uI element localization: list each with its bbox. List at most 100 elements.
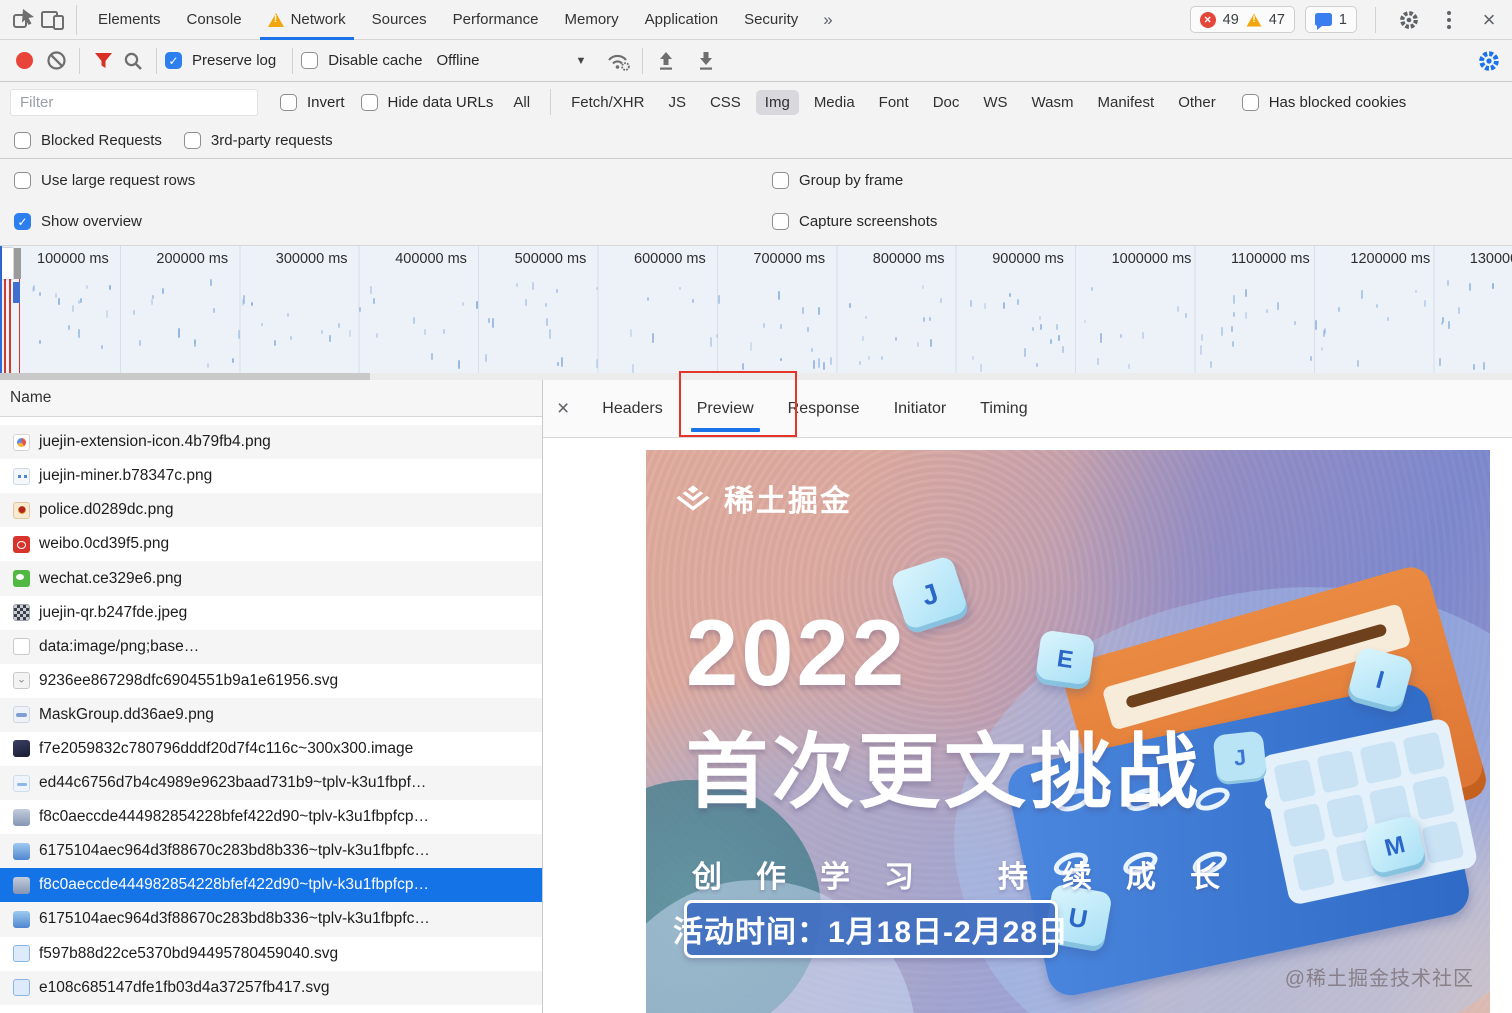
filter-type-media[interactable]: Media [805, 90, 864, 115]
tab-performance[interactable]: Performance [440, 0, 552, 40]
img-svg-badge-thumbnail [13, 945, 30, 963]
close-detail-button[interactable]: × [557, 398, 569, 419]
request-tick [848, 302, 851, 309]
table-row[interactable]: juejin-qr.b247fde.jpeg [0, 596, 542, 630]
network-overview-timeline[interactable]: 100000 ms 200000 ms 300000 ms 400000 ms 5000… [0, 245, 1512, 373]
filter-type-all[interactable]: All [504, 90, 539, 115]
filter-type-css[interactable]: CSS [701, 90, 750, 115]
overview-drag-handle-left[interactable] [2, 248, 13, 279]
filter-toggle-button[interactable] [88, 46, 118, 76]
hide-data-urls-checkbox[interactable] [360, 93, 378, 111]
request-tick [1446, 280, 1449, 286]
table-row[interactable]: 6175104aec964d3f88670c283bd8b336~tplv-k3… [0, 902, 542, 937]
table-row[interactable]: police.d0289dc.png [0, 493, 542, 528]
detail-tab-response[interactable]: Response [771, 380, 877, 438]
record-network-log-button[interactable] [16, 52, 33, 69]
table-row[interactable]: juejin-extension-icon.4b79fb4.png [0, 425, 542, 460]
img-svg-chevron-thumbnail [13, 672, 30, 690]
overview-drag-handle-right[interactable] [14, 248, 21, 279]
tab-network[interactable]: Network [255, 0, 359, 40]
invert-label: Invert [307, 93, 345, 111]
inspect-element-button[interactable] [8, 5, 38, 35]
network-filter-bar: Invert Hide data URLs All Fetch/XHRJSCSSI… [0, 82, 1512, 122]
show-overview-checkbox[interactable] [14, 213, 31, 230]
tab-sources[interactable]: Sources [359, 0, 440, 40]
invert-checkbox[interactable] [280, 93, 297, 111]
detail-tab-preview[interactable]: Preview [680, 380, 771, 438]
filter-type-ws[interactable]: WS [974, 90, 1016, 115]
tab-console[interactable]: Console [174, 0, 255, 40]
table-row[interactable]: f597b88d22ce5370bd94495780459040.svg [0, 937, 542, 971]
request-tick [812, 359, 815, 369]
filter-type-img[interactable]: Img [755, 89, 799, 115]
group-by-frame-checkbox[interactable] [772, 172, 789, 189]
request-tick [817, 307, 820, 315]
issues-badge[interactable]: 1 [1304, 6, 1357, 33]
tab-memory[interactable]: Memory [552, 0, 632, 40]
network-settings-button[interactable] [1474, 46, 1504, 76]
preserve-log-checkbox[interactable] [165, 52, 182, 69]
filter-type-other[interactable]: Other [1169, 90, 1225, 115]
detail-tab-timing[interactable]: Timing [963, 380, 1044, 438]
search-button[interactable] [118, 46, 148, 76]
name-column-header[interactable]: Name [0, 380, 542, 417]
request-list: juejin-tutu.d353156.png juejin-extension-… [0, 417, 542, 1013]
import-har-button[interactable] [651, 46, 681, 76]
export-har-button[interactable] [691, 46, 721, 76]
network-main-area: Name juejin-tutu.d353156.png juejin-exten… [0, 380, 1512, 1013]
table-row[interactable]: 9236ee867298dfc6904551b9a1e61956.svg [0, 664, 542, 698]
has-blocked-cookies-checkbox[interactable] [1241, 93, 1259, 111]
table-row[interactable]: juejin-tutu.d353156.png [0, 417, 542, 425]
request-tick [461, 301, 464, 307]
capture-screenshots-checkbox[interactable] [772, 213, 789, 230]
table-row[interactable]: f8c0aeccde444982854228bfef422d90~tplv-k3… [0, 868, 542, 903]
filter-type-fetch-xhr[interactable]: Fetch/XHR [562, 90, 653, 115]
use-large-rows-checkbox[interactable] [14, 172, 31, 189]
filter-type-manifest[interactable]: Manifest [1089, 90, 1164, 115]
blocked-requests-checkbox[interactable] [14, 131, 31, 149]
tab-security[interactable]: Security [731, 0, 811, 40]
table-row[interactable]: MaskGroup.dd36ae9.png [0, 697, 542, 732]
detail-tab-headers[interactable]: Headers [585, 380, 679, 438]
table-row[interactable]: wechat.ce329e6.png [0, 561, 542, 596]
filter-type-font[interactable]: Font [870, 90, 918, 115]
table-row[interactable]: f8c0aeccde444982854228bfef422d90~tplv-k3… [0, 800, 542, 834]
filter-type-wasm[interactable]: Wasm [1023, 90, 1083, 115]
table-row[interactable]: juejin-miner.b78347c.png [0, 459, 542, 493]
tab-application[interactable]: Application [632, 0, 731, 40]
disable-cache-checkbox[interactable] [301, 52, 319, 69]
request-name: ed44c6756d7b4c4989e9623baad731b9~tplv-k3… [39, 774, 427, 792]
filter-input[interactable] [10, 88, 258, 116]
request-tick [980, 363, 983, 373]
filter-type-js[interactable]: JS [659, 90, 695, 115]
third-party-requests-checkbox[interactable] [183, 131, 201, 149]
console-issues-badge[interactable]: 49 47 [1189, 6, 1295, 33]
banner-subtitle-left: 创作学习 [692, 861, 948, 894]
table-row[interactable]: data:image/png;base… [0, 629, 542, 664]
request-filter-options: Blocked Requests 3rd-party requests [0, 122, 1512, 158]
network-conditions-button[interactable] [604, 46, 634, 76]
close-devtools-button[interactable]: × [1474, 5, 1504, 35]
throttling-select[interactable]: Offline ▼ [436, 52, 586, 69]
network-toolbar: Preserve log Disable cache Offline ▼ [0, 40, 1512, 82]
table-row[interactable]: e108c685147dfe1fb03d4a37257fb417.svg [0, 970, 542, 1005]
filter-type-doc[interactable]: Doc [924, 90, 969, 115]
table-row[interactable]: f7e2059832c780796dddf20d7f4c116c~300x300… [0, 732, 542, 766]
timeline-tick-label: 1300000 ms [1469, 251, 1512, 267]
more-options-button[interactable] [1434, 5, 1464, 35]
tab-elements[interactable]: Elements [85, 0, 174, 40]
table-row[interactable]: weibo.0cd39f5.png [0, 527, 542, 561]
table-row[interactable]: ed44c6756d7b4c4989e9623baad731b9~tplv-k3… [0, 766, 542, 801]
request-tick [1024, 347, 1027, 358]
table-row[interactable]: 6175104aec964d3f88670c283bd8b336~tplv-k3… [0, 834, 542, 869]
settings-button[interactable] [1394, 5, 1424, 35]
img-photo-blue-thumbnail [13, 842, 30, 860]
request-tick [458, 359, 461, 369]
detail-tab-initiator[interactable]: Initiator [877, 380, 963, 438]
request-tick [1090, 287, 1093, 292]
clear-network-log-button[interactable] [41, 46, 71, 76]
device-toolbar-button[interactable] [38, 5, 68, 35]
more-tabs-button[interactable]: » [811, 10, 844, 30]
request-tick [237, 330, 240, 340]
request-tick [369, 286, 372, 295]
